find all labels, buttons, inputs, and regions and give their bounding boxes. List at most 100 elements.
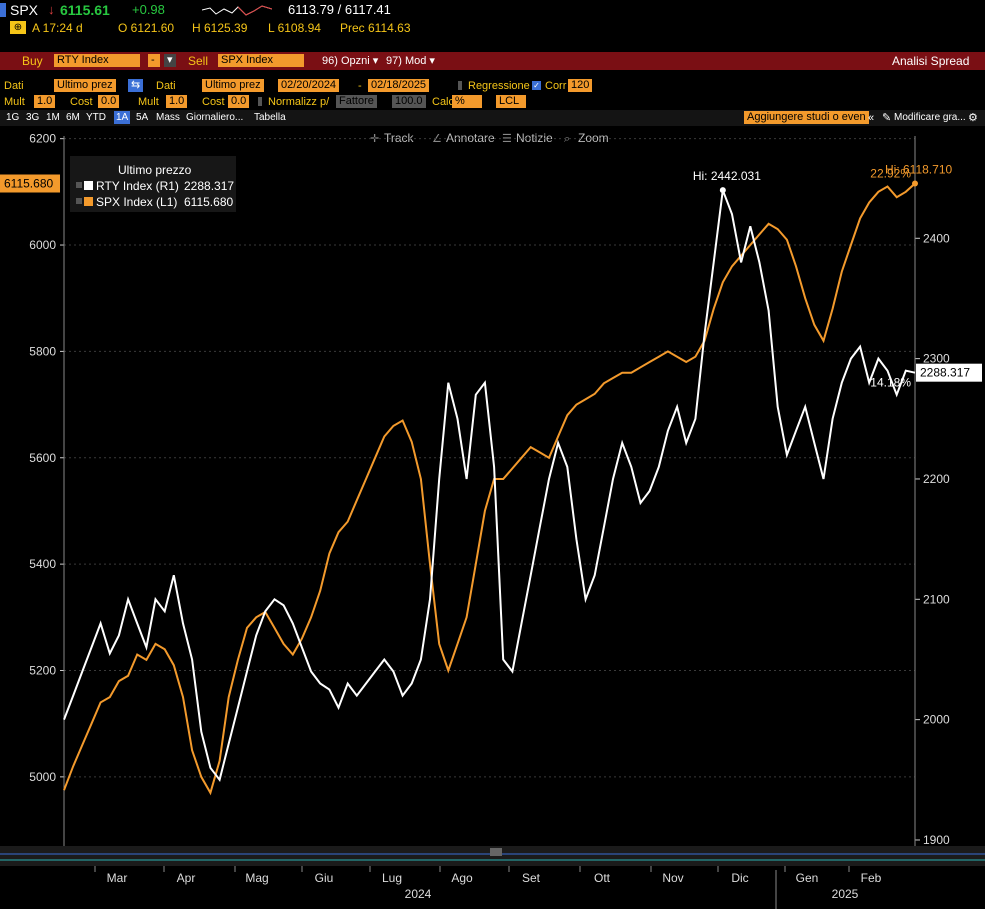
spx-last-value: 6115.680 [4,177,53,191]
cost-label-1: Cost [70,96,93,108]
buy-security-input[interactable]: RTY Index [54,54,140,67]
price-source-1[interactable]: Ultimo prez [54,79,116,92]
regression-checkbox[interactable] [458,81,462,90]
cost-input-2[interactable]: 0.0 [228,95,250,108]
legend-expand-icon[interactable] [76,182,82,188]
mult-label-2: Mult [138,96,159,108]
pencil-icon[interactable]: ✎ [882,111,891,125]
range-giornaliero[interactable]: Giornaliero... [184,111,245,124]
mod-menu[interactable]: 97) Mod ▾ [386,54,435,68]
spread-bar: Buy RTY Index - ▾ Sell SPX Index 96) Opz… [0,52,985,70]
time-label: A 17:24 d [32,21,83,35]
range-1a[interactable]: 1A [114,111,131,124]
prev-close: Prec 6114.63 [340,21,411,35]
range-bar: 1G 3G 1M 6M YTD 1A 5A Mass Giornaliero... Tabella… [0,110,985,126]
left-tick-label: 5200 [29,663,56,677]
quote-subheader: ⊕ A 17:24 d O 6121.60 H 6125.39 L 6108.9… [0,20,985,36]
month-label: Apr [177,871,196,885]
rty-change-label: 14.18% [870,376,911,390]
spread-chart[interactable]: ✛ Track ∠ Annotare ☰ Notizie ⌕ Zoom500052005400… [0,128,985,909]
left-tick-label: 6200 [29,132,56,146]
left-tick-label: 5400 [29,557,56,571]
calc-dropdown[interactable]: % [452,95,482,108]
sell-security-input[interactable]: SPX Index [218,54,304,67]
price-change: +0.98 [132,2,165,17]
spx-change-label: 22.92% [870,167,911,181]
left-tick-label: 6000 [29,238,56,252]
legend-swatch [84,181,93,190]
exchange-icon: ⊕ [10,21,26,34]
modify-chart-button[interactable]: Modificare gra... [894,111,966,125]
corr-period-input[interactable]: 120 [568,79,593,92]
legend-series-value: 2288.317 [184,179,234,193]
left-tick-label: 5800 [29,344,56,358]
factor-input[interactable]: 100.0 [392,95,426,108]
date-from-input[interactable]: 02/20/2024 [278,79,340,92]
options-menu[interactable]: 96) Opzni ▾ [322,54,378,68]
collapse-icon[interactable]: « [868,111,874,125]
scroll-handle[interactable] [490,848,502,856]
normalize-label: Normalizz p/ [268,96,330,108]
month-label: Feb [861,871,882,885]
rty-high-label: Hi: 2442.031 [693,169,761,183]
year-label: 2025 [832,887,859,901]
legend-series-value: 6115.680 [184,195,233,209]
range-6m[interactable]: 6M [64,111,82,124]
mult-input-2[interactable]: 1.0 [166,95,188,108]
add-studies-button[interactable]: Aggiungere studi o even [744,111,869,124]
corr-label: Corr [545,80,567,92]
factor-dropdown[interactable]: Fattore [336,95,377,108]
legend-title: Ultimo prezzo [118,163,192,177]
legend-swatch [84,197,93,206]
right-tick-label: 2000 [923,713,950,727]
date-to-input[interactable]: 02/18/2025 [368,79,430,92]
series-line-right [63,189,916,783]
rty-last-value: 2288.317 [920,366,970,380]
year-label: 2024 [405,887,432,901]
buy-dropdown[interactable]: - [148,54,160,67]
mult-input-1[interactable]: 1.0 [34,95,56,108]
month-label: Nov [662,871,683,885]
range-1g[interactable]: 1G [4,111,21,124]
cost-label-2: Cost [202,96,225,108]
controls-row-1: Dati Ultimo prez ⇆ Dati Ultimo prez 02/2… [0,78,985,94]
range-3g[interactable]: 3G [24,111,41,124]
range-1m[interactable]: 1M [44,111,62,124]
annotate-tool[interactable]: Annotare [446,131,495,145]
cost-input-1[interactable]: 0.0 [98,95,120,108]
high-value: H 6125.39 [192,21,248,35]
month-label: Ott [594,871,611,885]
controls-row-2: Mult 1.0 Cost 0.0 Mult 1.0 Cost 0.0 Norm… [0,94,985,110]
sparkline-icon [202,5,272,16]
price-source-2[interactable]: Ultimo prez [202,79,264,92]
right-tick-label: 2100 [923,592,950,606]
legend-series-name: RTY Index (R1) [96,179,179,193]
range-5a[interactable]: 5A [134,111,150,124]
month-label: Giu [315,871,334,885]
right-tick-label: 2300 [923,352,950,366]
right-tick-label: 1900 [923,833,950,847]
month-label: Mar [107,871,128,885]
month-label: Ago [451,871,473,885]
swap-icon[interactable]: ⇆ [128,79,144,92]
bid-ask: 6113.79 / 6117.41 [288,2,391,17]
corr-checkbox[interactable]: ✓ [532,81,541,90]
spx-high-marker [912,180,918,187]
chevron-down-icon[interactable]: ▾ [164,54,176,67]
news-tool[interactable]: Notizie [516,131,553,145]
mult-label-1: Mult [4,96,25,108]
dati-label-1: Dati [4,80,24,92]
track-tool[interactable]: Track [384,131,415,145]
ticker[interactable]: SPX [10,3,38,17]
zoom-tool[interactable]: Zoom [578,131,609,145]
range-ytd[interactable]: YTD [84,111,108,124]
month-label: Set [522,871,541,885]
range-tabella[interactable]: Tabella [252,111,288,124]
down-arrow-icon: ↓ [48,2,55,17]
legend-expand-icon[interactable] [76,198,82,204]
left-tick-label: 5600 [29,451,56,465]
gear-icon[interactable]: ⚙ [968,111,978,125]
range-mass[interactable]: Mass [154,111,182,124]
normalize-checkbox[interactable] [258,97,262,106]
currency-dropdown[interactable]: LCL [496,95,526,108]
